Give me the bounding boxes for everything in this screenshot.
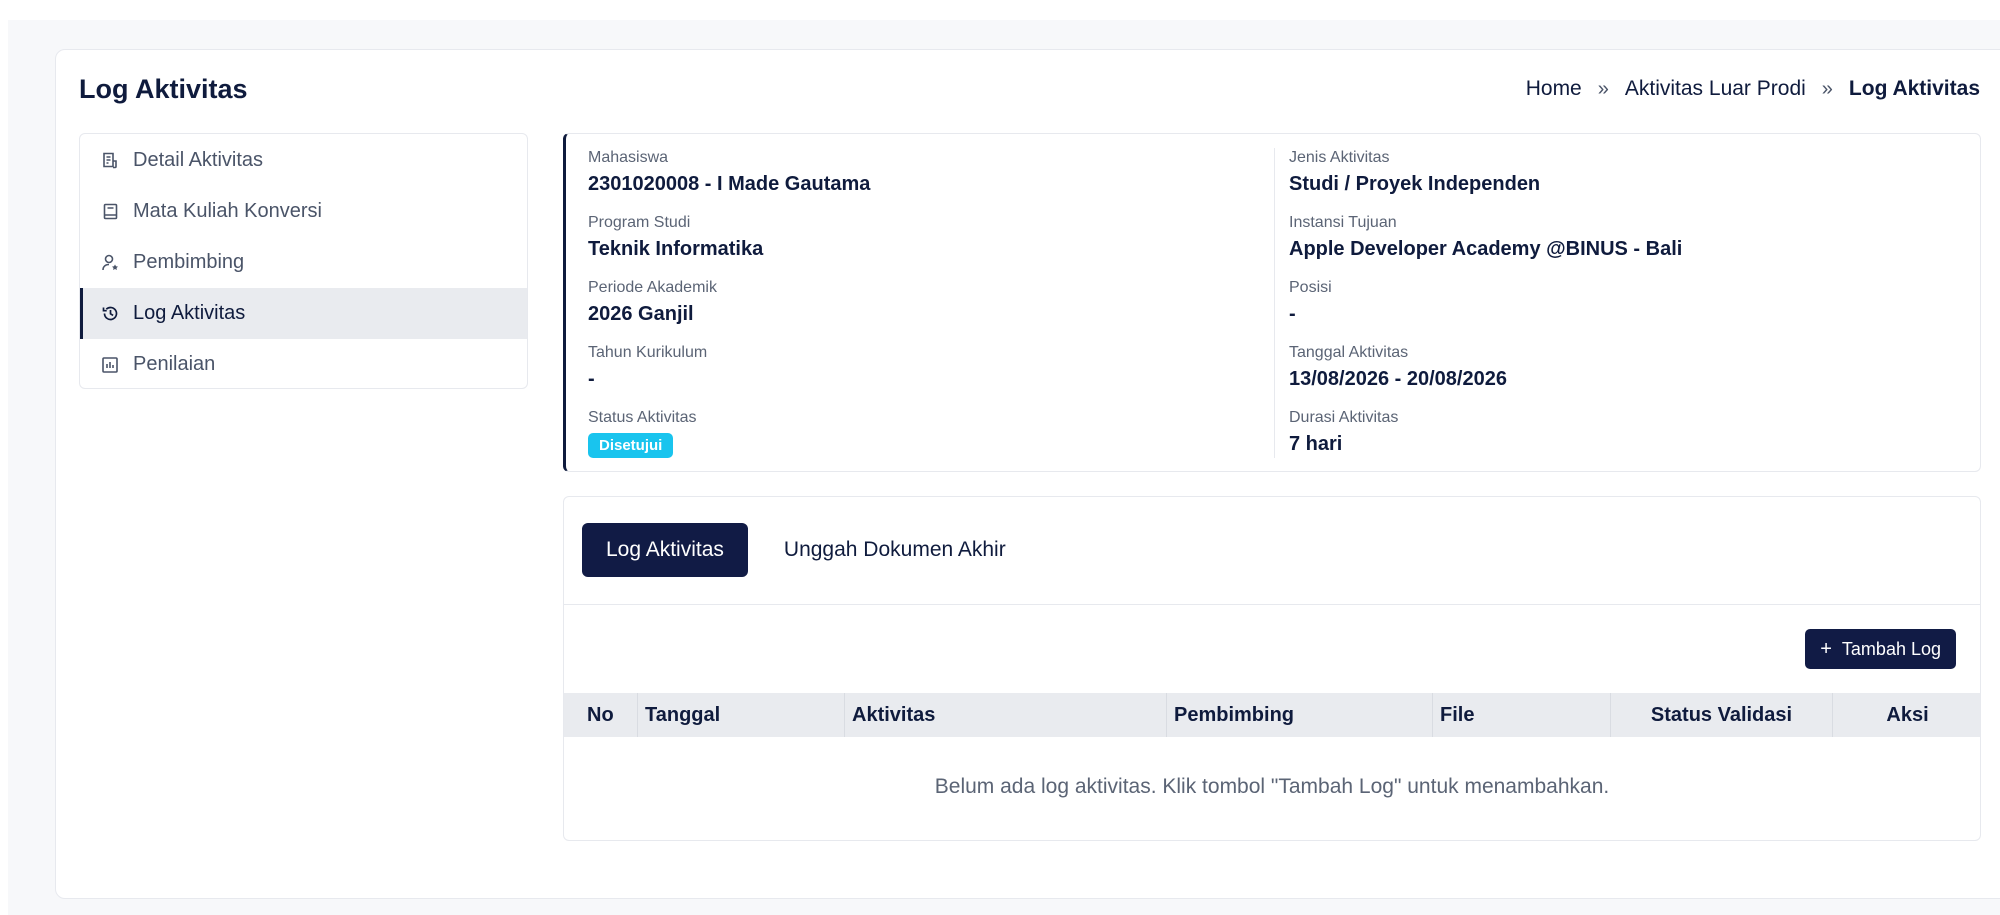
field-label: Durasi Aktivitas	[1289, 409, 1399, 426]
sidebar-item-log-aktivitas[interactable]: Log Aktivitas	[80, 288, 527, 339]
field-value: Teknik Informatika	[588, 238, 764, 260]
field-program-studi: Program Studi Teknik Informatika	[588, 214, 763, 261]
field-label: Tahun Kurikulum	[588, 344, 708, 361]
field-label: Instansi Tujuan	[1289, 214, 1397, 231]
sidebar-item-label: Log Aktivitas	[133, 302, 246, 324]
log-panel: Log Aktivitas Unggah Dokumen Akhir + Tam…	[563, 496, 1981, 841]
field-posisi: Posisi -	[1289, 279, 1332, 326]
field-value: 13/08/2026 - 20/08/2026	[1289, 368, 1507, 390]
field-durasi-aktivitas: Durasi Aktivitas 7 hari	[1289, 409, 1398, 456]
add-log-label: Tambah Log	[1841, 638, 1941, 659]
breadcrumb: Home » Aktivitas Luar Prodi » Log Aktivi…	[1526, 77, 1980, 101]
activity-info-panel: Mahasiswa 2301020008 - I Made Gautama Pr…	[563, 133, 1981, 472]
column-header-tanggal: Tanggal	[637, 693, 720, 737]
tab-unggah-dokumen-akhir[interactable]: Unggah Dokumen Akhir	[784, 538, 1006, 562]
sidebar-item-label: Pembimbing	[133, 251, 245, 273]
tab-bar: Log Aktivitas Unggah Dokumen Akhir	[582, 523, 1006, 577]
field-label: Mahasiswa	[588, 149, 669, 166]
document-list-icon	[101, 152, 119, 170]
column-header-aktivitas: Aktivitas	[844, 693, 935, 737]
field-value: Studi / Proyek Independen	[1289, 173, 1541, 195]
top-strip	[0, 0, 2000, 20]
sidebar-menu: Detail Aktivitas Mata Kuliah Konversi Pe…	[79, 133, 528, 389]
field-label: Program Studi	[588, 214, 691, 231]
field-value: -	[588, 368, 595, 390]
column-divider	[1274, 148, 1275, 458]
sidebar-item-label: Penilaian	[133, 353, 216, 375]
column-header-file: File	[1432, 693, 1474, 737]
table-empty-message: Belum ada log aktivitas. Klik tombol "Ta…	[934, 775, 1610, 798]
field-status-aktivitas: Status Aktivitas Disetujui	[588, 409, 697, 458]
breadcrumb-home[interactable]: Home	[1526, 77, 1582, 101]
add-log-button[interactable]: + Tambah Log	[1805, 629, 1956, 669]
history-icon	[101, 305, 119, 323]
sidebar-item-detail-aktivitas[interactable]: Detail Aktivitas	[80, 135, 527, 186]
user-star-icon	[101, 254, 119, 272]
field-instansi-tujuan: Instansi Tujuan Apple Developer Academy …	[1289, 214, 1682, 261]
sidebar-item-pembimbing[interactable]: Pembimbing	[80, 237, 527, 288]
bar-chart-icon	[101, 356, 119, 374]
breadcrumb-separator: »	[1597, 77, 1609, 100]
field-jenis-aktivitas: Jenis Aktivitas Studi / Proyek Independe…	[1289, 149, 1540, 196]
book-icon	[101, 203, 119, 221]
breadcrumb-separator: »	[1821, 77, 1833, 100]
field-tanggal-aktivitas: Tanggal Aktivitas 13/08/2026 - 20/08/202…	[1289, 344, 1507, 391]
field-label: Status Aktivitas	[588, 409, 697, 426]
plus-icon: +	[1820, 637, 1832, 660]
field-tahun-kurikulum: Tahun Kurikulum -	[588, 344, 707, 391]
sidebar-item-label: Detail Aktivitas	[133, 149, 264, 171]
tab-log-aktivitas[interactable]: Log Aktivitas	[582, 523, 748, 577]
field-mahasiswa: Mahasiswa 2301020008 - I Made Gautama	[588, 149, 870, 196]
field-label: Jenis Aktivitas	[1289, 149, 1390, 166]
breadcrumb-aktivitas-luar-prodi[interactable]: Aktivitas Luar Prodi	[1625, 77, 1806, 101]
sidebar-item-label: Mata Kuliah Konversi	[133, 200, 322, 222]
column-header-no: No	[587, 704, 614, 726]
field-label: Periode Akademik	[588, 279, 717, 296]
field-label: Posisi	[1289, 279, 1332, 296]
field-value: 2301020008 - I Made Gautama	[588, 173, 871, 195]
sidebar-item-mata-kuliah-konversi[interactable]: Mata Kuliah Konversi	[80, 186, 527, 237]
field-value: 7 hari	[1289, 433, 1343, 455]
left-strip	[0, 0, 8, 915]
field-periode-akademik: Periode Akademik 2026 Ganjil	[588, 279, 717, 326]
field-value: -	[1289, 303, 1296, 325]
column-header-pembimbing: Pembimbing	[1166, 693, 1294, 737]
breadcrumb-current: Log Aktivitas	[1848, 77, 1980, 100]
page-title: Log Aktivitas	[79, 74, 248, 104]
table-header: No Tanggal Aktivitas Pembimbing File Sta…	[564, 693, 1980, 737]
tabs-divider	[564, 604, 1980, 605]
status-badge: Disetujui	[588, 433, 674, 458]
field-label: Tanggal Aktivitas	[1289, 344, 1409, 361]
field-value: 2026 Ganjil	[588, 303, 694, 325]
column-header-aksi: Aksi	[1832, 693, 1980, 737]
column-header-status-validasi: Status Validasi	[1610, 693, 1832, 737]
field-value: Apple Developer Academy @BINUS - Bali	[1289, 238, 1683, 260]
sidebar-item-penilaian[interactable]: Penilaian	[80, 339, 527, 388]
